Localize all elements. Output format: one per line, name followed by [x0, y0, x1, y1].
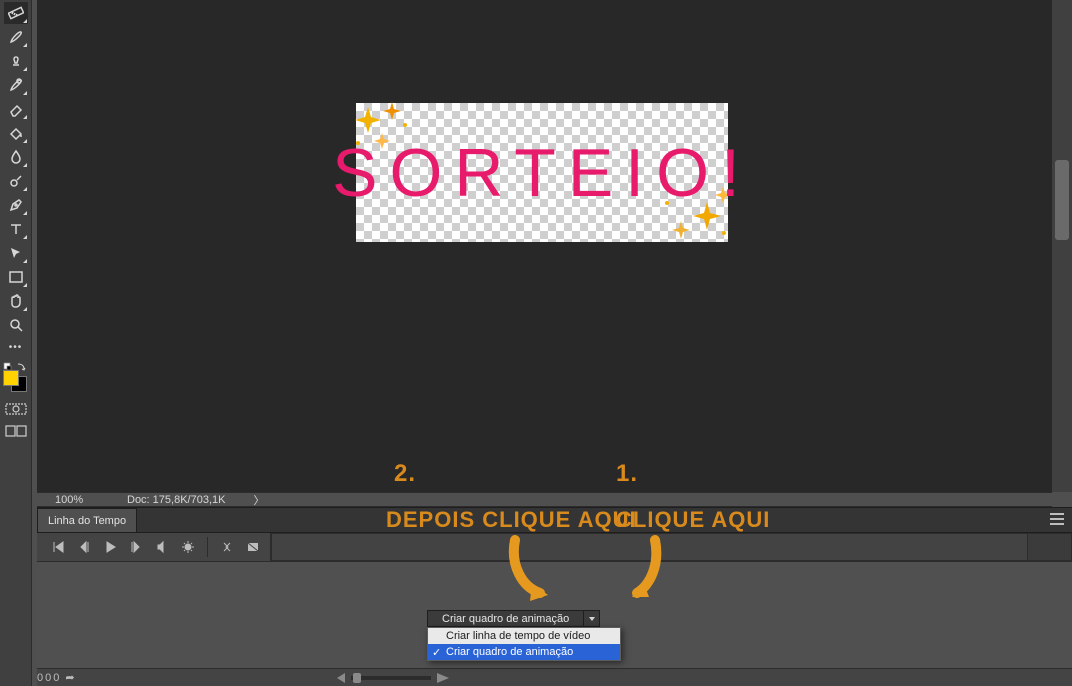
more-tools-icon[interactable]: •••: [4, 338, 28, 356]
play-icon[interactable]: [97, 533, 123, 561]
scrollbar-thumb[interactable]: [1055, 160, 1069, 240]
pen-tool-icon[interactable]: [4, 194, 28, 216]
create-dropdown-toggle[interactable]: [584, 610, 600, 627]
statusbar-more-icon[interactable]: 〉: [253, 492, 264, 508]
mute-icon[interactable]: [149, 533, 175, 561]
path-selection-icon[interactable]: [4, 242, 28, 264]
status-bar: 100% Doc: 175,8K/703,1K 〉: [37, 492, 1052, 507]
ruler-icon[interactable]: [4, 2, 28, 24]
history-brush-icon[interactable]: [4, 74, 28, 96]
zoom-tool-icon[interactable]: [4, 314, 28, 336]
check-icon: ✓: [432, 646, 441, 659]
separator: [207, 537, 208, 557]
canvas-viewport[interactable]: SORTEIO!: [37, 0, 1052, 492]
split-icon[interactable]: [214, 533, 240, 561]
screenmode-icon[interactable]: [3, 424, 29, 438]
create-dropdown-menu: Criar linha de tempo de vídeo ✓ Criar qu…: [427, 627, 621, 661]
zoom-level[interactable]: 100%: [55, 494, 105, 506]
annotation-arrow-2: [500, 535, 570, 615]
annotation-text-2: DEPOIS CLIQUE AQUI: [386, 507, 637, 533]
prev-frame-icon[interactable]: [71, 533, 97, 561]
eraser-tool-icon[interactable]: [4, 98, 28, 120]
menu-item-video-timeline[interactable]: Criar linha de tempo de vídeo: [428, 628, 620, 644]
brush-tool-icon[interactable]: [4, 26, 28, 48]
panel-menu-icon[interactable]: [1050, 513, 1064, 525]
timeline-footer: 000 ➦: [37, 668, 1072, 686]
dodge-tool-icon[interactable]: [4, 170, 28, 192]
blur-tool-icon[interactable]: [4, 146, 28, 168]
annotation-number-2: 2.: [394, 460, 416, 488]
canvas-text: SORTEIO!: [332, 134, 752, 212]
timeline-zoom-slider[interactable]: [337, 673, 449, 683]
tab-timeline[interactable]: Linha do Tempo: [37, 508, 137, 532]
annotation-text-1: CLIQUE AQUI: [616, 507, 770, 533]
go-first-frame-icon[interactable]: [45, 533, 71, 561]
document-canvas[interactable]: SORTEIO!: [356, 103, 728, 242]
hand-tool-icon[interactable]: [4, 290, 28, 312]
next-frame-icon[interactable]: [123, 533, 149, 561]
timeline-settings-icon[interactable]: [175, 533, 201, 561]
quickmask-icon[interactable]: [3, 402, 29, 416]
menu-item-frame-animation[interactable]: ✓ Criar quadro de animação: [428, 644, 620, 660]
annotation-number-1: 1.: [616, 460, 638, 488]
stamp-tool-icon[interactable]: [4, 50, 28, 72]
document-size: Doc: 175,8K/703,1K: [127, 494, 225, 506]
transition-icon[interactable]: [240, 533, 266, 561]
menu-item-label: Criar quadro de animação: [446, 646, 573, 658]
foreground-color-swatch[interactable]: [3, 370, 19, 386]
annotation-arrow-1: [615, 535, 675, 615]
color-swatches[interactable]: [3, 370, 29, 392]
type-tool-icon[interactable]: [4, 218, 28, 240]
tool-palette: •••: [0, 0, 32, 686]
timeline-scroll-end[interactable]: [1027, 534, 1071, 560]
frame-counter: 000: [37, 672, 61, 684]
right-panel-scroll[interactable]: [1052, 0, 1072, 492]
render-icon[interactable]: ➦: [61, 671, 79, 684]
paint-bucket-icon[interactable]: [4, 122, 28, 144]
swap-colors-icon[interactable]: [3, 358, 29, 368]
rectangle-tool-icon[interactable]: [4, 266, 28, 288]
